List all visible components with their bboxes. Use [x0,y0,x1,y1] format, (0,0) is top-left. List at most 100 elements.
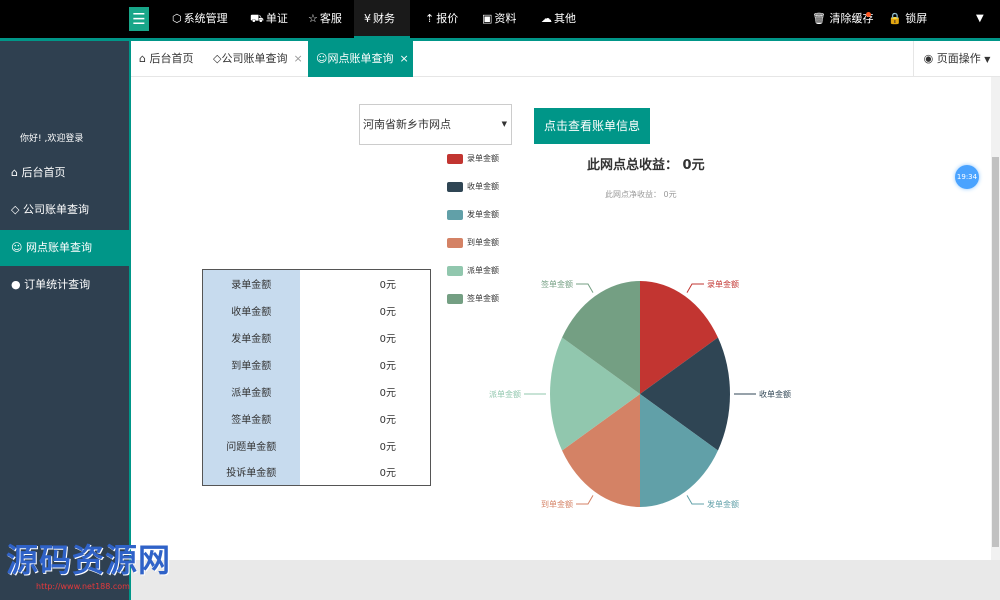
legend-item[interactable]: 发单金额 [447,209,499,221]
main-content: 河南省新乡市网点 ▼ 点击查看账单信息 此网点总收益： 0元 此网点净收益： 0元… [131,77,991,560]
pie-slice[interactable] [640,281,718,394]
star-icon: ☆ [308,12,318,25]
sidebar-item-home[interactable]: ⌂ 后台首页 [0,155,129,191]
row-label: 到单金额 [202,350,300,378]
close-icon[interactable]: × [293,52,302,65]
time-badge[interactable]: 19:34 [955,165,979,189]
legend-item[interactable]: 到单金额 [447,237,499,249]
user-dropdown-caret-icon[interactable]: ▼ [976,0,984,38]
page-operations-dropdown[interactable]: ◉ 页面操作 ▼ [913,41,1000,77]
pie-slice[interactable] [640,337,730,451]
legend-swatch [447,237,463,248]
row-label: 收单金额 [202,296,300,324]
tab-label: 公司账单查询 [221,52,288,65]
sidebar: 你好! ,欢迎登录 ⌂ 后台首页 ◇ 公司账单查询 ☺ 网点账单查询 ● 订单统… [0,41,129,600]
cloud-upload-icon: ☁ [541,12,552,25]
table-row: 派单金额 0元 [202,377,431,405]
view-bill-button[interactable]: 点击查看账单信息 [534,108,650,144]
legend-item[interactable]: 收单金额 [447,181,499,193]
page-ops-label: 页面操作 [936,52,981,65]
tab-bar: ⌂ 后台首页 ◇公司账单查询 × ☺网点账单查询 × ◉ 页面操作 ▼ [131,41,1000,77]
nav-label: 其他 [554,12,576,25]
row-label: 问题单金额 [202,431,300,459]
pie-label: 收单金额 [759,389,791,399]
smile-icon: ☺ [316,52,328,65]
target-icon: ◉ [923,52,934,65]
table-row: 发单金额 0元 [202,323,431,351]
table-row: 投诉单金额 0元 [202,458,431,486]
close-icon[interactable]: × [399,52,408,65]
pie-slice[interactable] [562,281,640,394]
top-navbar: ☰ ⬡ 系统管理 ⛟ 单证 ☆ 客服 ¥ 财务 ⇡ 报价 ▣ 资料 ☁ 其他 🗑 清除缓存 🔒… [0,0,1000,38]
lock-label: 锁屏 [905,12,928,25]
row-value: 0元 [379,360,396,372]
footer-strip [131,560,1000,600]
nav-label: 单证 [265,12,288,25]
watermark-url: http://www.net188.com [36,582,130,591]
pie-slice[interactable] [640,394,718,507]
sidebar-item-label: 订单统计查询 [24,278,91,291]
nav-label: 报价 [436,12,459,25]
clear-cache-button[interactable]: 🗑 清除缓存 [812,0,873,38]
tab-home[interactable]: ⌂ 后台首页 [131,41,201,77]
pie-label-line [686,495,704,505]
nav-data[interactable]: ▣ 资料 [482,0,516,38]
sidebar-item-order-stats[interactable]: ● 订单统计查询 [0,267,129,303]
caret-down-icon: ▼ [984,55,991,64]
row-label: 签单金额 [202,404,300,432]
nav-finance[interactable]: ¥ 财务 [354,0,410,38]
row-value: 0元 [379,279,396,291]
tab-outlet-bills[interactable]: ☺网点账单查询 × [308,41,413,77]
nav-documents[interactable]: ⛟ 单证 [250,0,288,38]
row-value: 0元 [379,414,396,426]
pie-slice[interactable] [550,337,640,451]
sidebar-item-label: 后台首页 [21,166,66,179]
scrollbar-thumb[interactable] [992,157,999,547]
diamond-icon: ◇ [11,203,20,216]
legend-item[interactable]: 录单金额 [447,153,499,165]
nav-quotation[interactable]: ⇡ 报价 [425,0,458,38]
lock-icon: 🔒 [888,12,902,25]
row-value: 0元 [379,306,396,318]
row-value: 0元 [379,333,396,345]
nav-label: 客服 [319,12,342,25]
table-row: 到单金额 0元 [202,350,431,378]
legend-swatch [447,153,463,164]
menu-toggle-button[interactable]: ☰ [129,7,149,31]
scrollbar[interactable] [991,77,1000,560]
sidebar-item-company-bills[interactable]: ◇ 公司账单查询 [0,192,129,228]
legend-item[interactable]: 派单金额 [447,265,499,277]
sidebar-item-label: 公司账单查询 [22,203,89,216]
notification-dot [866,12,871,17]
row-value: 0元 [379,441,396,453]
smile-icon: ☺ [11,241,23,254]
outlet-select[interactable]: 河南省新乡市网点 ▼ [359,104,512,145]
nav-customer-service[interactable]: ☆ 客服 [308,0,342,38]
legend-swatch [447,209,463,220]
sidebar-item-outlet-bills[interactable]: ☺ 网点账单查询 [0,230,129,266]
legend-item[interactable]: 签单金额 [447,293,499,305]
legend-label: 到单金额 [467,238,499,247]
tab-label: 后台首页 [149,52,194,65]
watermark-logo: 源码资源网 [6,541,172,579]
pie-label: 发单金额 [707,499,739,509]
welcome-text: 你好! ,欢迎登录 [20,134,84,144]
legend-label: 签单金额 [467,294,499,303]
pie-label-line [576,283,594,293]
pie-label-line [576,495,594,505]
trash-icon: 🗑 [812,12,826,25]
pie-label: 到单金额 [541,499,573,509]
lock-screen-button[interactable]: 🔒 锁屏 [888,0,927,38]
row-value: 0元 [379,387,396,399]
pie-slice[interactable] [562,394,640,507]
pie-label: 派单金额 [489,389,521,399]
bus-icon: ⛟ [250,12,264,25]
home-icon: ⌂ [139,52,146,65]
nav-system-management[interactable]: ⬡ 系统管理 [172,0,228,38]
tab-company-bills[interactable]: ◇公司账单查询 × [205,41,311,77]
circle-icon: ● [11,278,21,291]
row-label: 投诉单金额 [202,458,300,486]
row-label: 派单金额 [202,377,300,405]
nav-other[interactable]: ☁ 其他 [541,0,576,38]
caret-down-icon: ▼ [501,120,507,128]
